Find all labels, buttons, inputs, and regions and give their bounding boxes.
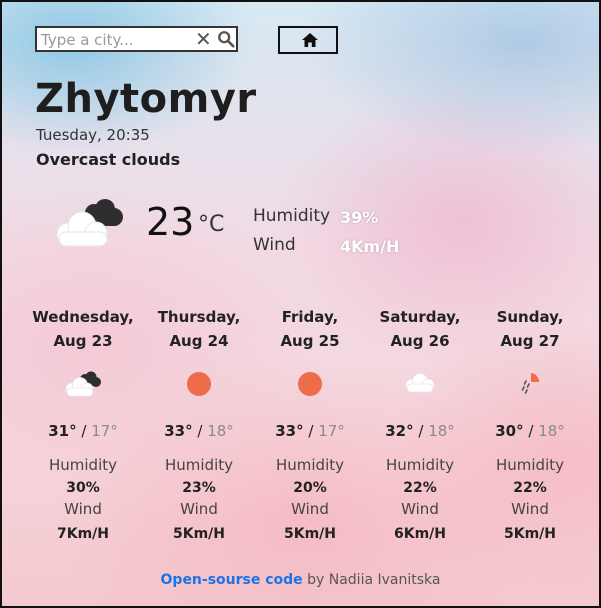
forecast-humidity-value: 30% xyxy=(66,480,100,496)
forecast-wind-label: Wind xyxy=(511,500,549,518)
forecast-humidity-label: Humidity xyxy=(495,456,564,474)
forecast-humidity-value: 20% xyxy=(293,480,327,496)
city-name: Zhytomyr xyxy=(35,76,257,122)
forecast-temps: 32° / 18° xyxy=(363,422,477,444)
forecast-max-temp: 31° xyxy=(48,422,77,440)
humidity-label: Humidity xyxy=(253,206,331,226)
forecast-wind-label: Wind xyxy=(291,500,329,518)
forecast-wind-label: Wind xyxy=(64,500,102,518)
forecast-day: Saturday, Aug 26 32° / 18° Humidity 22% … xyxy=(363,308,477,546)
forecast-max-temp: 32° xyxy=(385,422,414,440)
forecast-humidity-label: Humidity xyxy=(275,456,344,474)
forecast-wind-value: 5Km/H xyxy=(283,526,336,542)
forecast-temps: 31° / 17° xyxy=(26,422,140,444)
forecast-wind-label: Wind xyxy=(401,500,439,518)
cloud-icon xyxy=(405,373,435,393)
temperature-unit: °C xyxy=(198,212,225,237)
forecast-day: Wednesday, Aug 23 31° / 17° Humidity 30%… xyxy=(26,308,140,546)
forecast-humidity-label: Humidity xyxy=(164,456,233,474)
home-button[interactable] xyxy=(278,26,338,54)
forecast-day-name: Sunday, xyxy=(496,308,564,326)
forecast-humidity-value: 22% xyxy=(403,480,437,496)
forecast-min-temp: 17° xyxy=(318,422,345,440)
weather-description: Overcast clouds xyxy=(36,150,181,169)
temp-separator: / xyxy=(192,422,208,440)
forecast-humidity-label: Humidity xyxy=(48,456,117,474)
forecast-max-temp: 30° xyxy=(495,422,524,440)
overcast-clouds-icon xyxy=(56,199,123,247)
forecast-humidity-value: 22% xyxy=(513,480,547,496)
forecast-date: Aug 26 xyxy=(390,332,450,350)
search-icon[interactable] xyxy=(217,30,235,48)
wind-label: Wind xyxy=(253,235,296,255)
forecast-date: Aug 25 xyxy=(280,332,340,350)
forecast-wind-value: 5Km/H xyxy=(503,526,556,542)
forecast-max-temp: 33° xyxy=(275,422,304,440)
forecast-day: Sunday, Aug 27 30° / 18° Humidity 22% Wi… xyxy=(473,308,587,546)
forecast-day-name: Friday, xyxy=(281,308,339,326)
weather-app: ✕ Zhytomyr Tuesday, 20:35 Overcast cloud… xyxy=(0,0,601,608)
forecast-min-temp: 18° xyxy=(538,422,565,440)
wind-value: 4Km/H xyxy=(340,237,400,256)
forecast-wind-value: 6Km/H xyxy=(393,526,446,542)
rain-sun-icon xyxy=(521,373,540,394)
forecast-wind-value: 5Km/H xyxy=(172,526,225,542)
forecast-day-name: Saturday, xyxy=(379,308,461,326)
forecast-day: Thursday, Aug 24 33° / 18° Humidity 23% … xyxy=(142,308,256,546)
forecast-temps: 33° / 17° xyxy=(253,422,367,444)
temp-separator: / xyxy=(413,422,429,440)
forecast-max-temp: 33° xyxy=(164,422,193,440)
source-code-link[interactable]: Open-sourse code xyxy=(161,572,303,588)
current-datetime: Tuesday, 20:35 xyxy=(36,126,150,144)
footer-author: by Nadiia Ivanitska xyxy=(302,572,441,588)
forecast-min-temp: 17° xyxy=(91,422,118,440)
humidity-value: 39% xyxy=(340,208,379,227)
forecast-date: Aug 23 xyxy=(53,332,113,350)
overcast-clouds-icon xyxy=(65,371,101,397)
forecast-min-temp: 18° xyxy=(207,422,234,440)
forecast-wind-label: Wind xyxy=(180,500,218,518)
forecast-temps: 33° / 18° xyxy=(142,422,256,444)
temp-separator: / xyxy=(303,422,319,440)
forecast-day-name: Thursday, xyxy=(157,308,241,326)
forecast-day: Friday, Aug 25 33° / 17° Humidity 20% Wi… xyxy=(253,308,367,546)
temp-separator: / xyxy=(523,422,539,440)
forecast-date: Aug 27 xyxy=(500,332,560,350)
footer: Open-sourse code by Nadiia Ivanitska xyxy=(2,572,599,588)
forecast-humidity-value: 23% xyxy=(182,480,216,496)
sun-icon xyxy=(187,372,211,396)
forecast-min-temp: 18° xyxy=(428,422,455,440)
search-box: ✕ xyxy=(35,26,238,52)
forecast-temps: 30° / 18° xyxy=(473,422,587,444)
city-search-input[interactable] xyxy=(39,29,193,51)
forecast-humidity-label: Humidity xyxy=(385,456,454,474)
sun-icon xyxy=(298,372,322,396)
forecast-date: Aug 24 xyxy=(169,332,229,350)
current-temperature: 23 xyxy=(146,200,195,244)
forecast-wind-value: 7Km/H xyxy=(56,526,109,542)
home-icon xyxy=(302,33,318,47)
temp-separator: / xyxy=(76,422,92,440)
forecast-day-name: Wednesday, xyxy=(32,308,134,326)
clear-icon[interactable]: ✕ xyxy=(195,27,212,51)
